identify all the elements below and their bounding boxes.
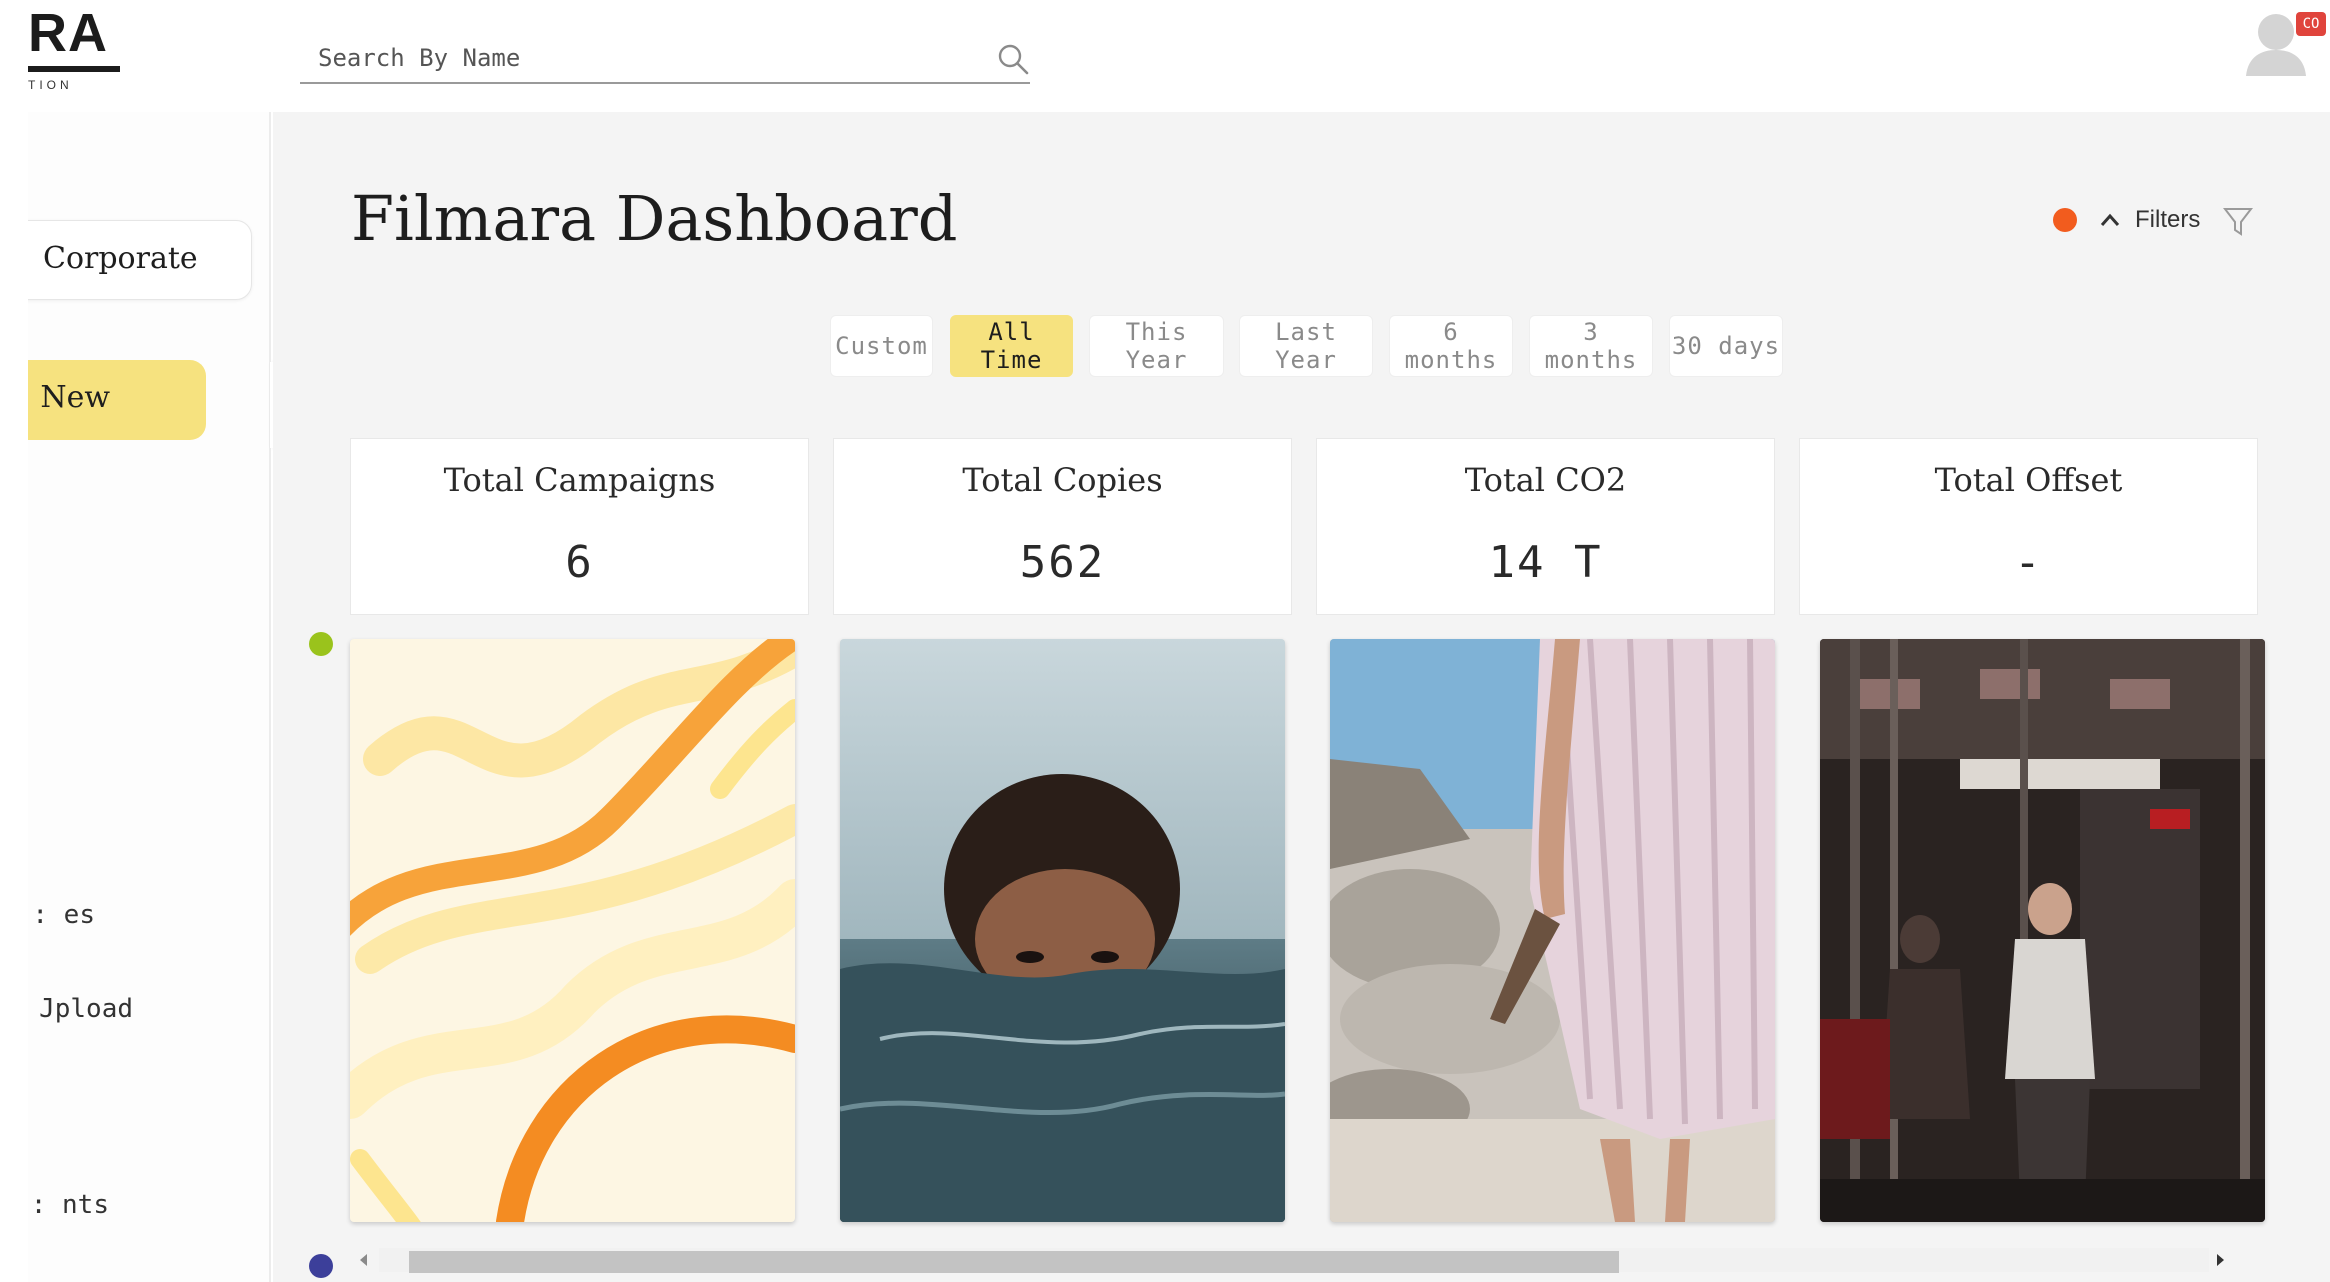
subway-train-interior-image — [1820, 639, 2265, 1222]
stat-value: 562 — [1019, 537, 1106, 588]
stat-card-copies: Total Copies 562 — [833, 438, 1292, 615]
filters-status-dot — [2053, 208, 2077, 232]
stat-card-co2: Total CO2 14 T — [1316, 438, 1775, 615]
account-label: Corporate — [43, 241, 198, 276]
stat-label: Total Offset — [1934, 461, 2123, 499]
pleated-skirt-beach-image — [1330, 639, 1775, 1222]
stat-label: Total Campaigns — [443, 461, 716, 499]
stat-value: 14 T — [1488, 537, 1603, 588]
search-input[interactable] — [300, 36, 980, 80]
stat-card-campaigns: Total Campaigns 6 — [350, 438, 809, 615]
range-button-30-days[interactable]: 30 days — [1669, 315, 1783, 377]
range-button-custom[interactable]: Custom — [830, 315, 933, 377]
range-button-6-months[interactable]: 6 months — [1389, 315, 1513, 377]
logo-subtext: TION — [28, 78, 73, 92]
logo[interactable]: RA TION — [28, 6, 148, 96]
notification-badge: CO — [2296, 12, 2326, 36]
logo-text: RA — [28, 3, 108, 63]
range-button-3-months[interactable]: 3 months — [1529, 315, 1653, 377]
chevron-up-icon — [2100, 213, 2120, 226]
stat-label: Total Copies — [962, 461, 1163, 499]
app-window: RA TION CO Corporate : New : es Jpload :… — [0, 0, 2330, 1282]
media-card-1[interactable] — [350, 639, 795, 1222]
stat-card-offset: Total Offset - — [1799, 438, 2258, 615]
main-content: Filmara Dashboard Filters Custom All Tim… — [273, 112, 2330, 1282]
scrollbar-track[interactable] — [379, 1248, 2209, 1273]
top-bar: RA TION CO — [0, 0, 2330, 112]
create-new-button[interactable]: : New — [28, 360, 206, 440]
media-card-3[interactable] — [1330, 639, 1775, 1222]
filter-funnel-icon[interactable] — [2223, 206, 2253, 238]
range-button-this-year[interactable]: This Year — [1089, 315, 1224, 377]
sidebar-item-upload[interactable]: Jpload — [28, 994, 269, 1024]
media-card-4[interactable] — [1820, 639, 2265, 1222]
stat-label: Total CO2 — [1464, 461, 1627, 499]
face-in-water-image — [840, 639, 1285, 1222]
range-button-all-time[interactable]: All Time — [950, 315, 1073, 377]
scrollbar-thumb[interactable] — [409, 1251, 1619, 1273]
stat-value: - — [2014, 537, 2043, 588]
abstract-brushstrokes-image — [350, 639, 795, 1222]
create-new-label: : New — [28, 380, 110, 415]
scroll-right-arrow-icon[interactable] — [2215, 1253, 2225, 1267]
page-title: Filmara Dashboard — [351, 182, 958, 255]
media-card-2[interactable] — [840, 639, 1285, 1222]
carousel-indicator-dot — [309, 632, 333, 656]
logo-underline — [28, 66, 120, 72]
search-icon[interactable] — [996, 42, 1030, 76]
horizontal-scrollbar[interactable] — [353, 1246, 2248, 1274]
range-button-last-year[interactable]: Last Year — [1239, 315, 1373, 377]
account-switcher[interactable]: Corporate — [28, 220, 252, 300]
search-bar — [300, 36, 1030, 84]
sidebar-item-3[interactable]: : nts — [28, 1190, 269, 1220]
carousel-indicator-dot-active — [309, 1254, 333, 1278]
scroll-left-arrow-icon[interactable] — [359, 1253, 369, 1267]
stat-value: 6 — [565, 537, 594, 588]
sidebar-item-1[interactable]: : es — [28, 900, 269, 930]
sidebar: Corporate : New : es Jpload : nts — [28, 112, 271, 1282]
filters-label: Filters — [2135, 206, 2201, 233]
